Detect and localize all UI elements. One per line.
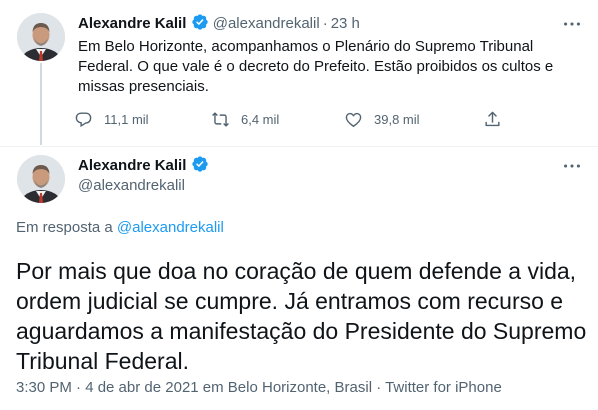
thread-connector-line xyxy=(40,63,42,145)
avatar-image xyxy=(17,13,65,61)
tweet-time[interactable]: 23 h xyxy=(331,15,360,32)
tweet-text: Por mais que doa no coração de quem defe… xyxy=(16,258,587,374)
author-avatar[interactable] xyxy=(17,155,65,203)
reply-context: Em resposta a @alexandrekalil xyxy=(16,219,224,236)
avatar-image xyxy=(17,155,65,203)
reply-icon xyxy=(75,112,92,128)
retweet-count: 6,4 mil xyxy=(241,112,280,127)
tweet-actions: 11,1 mil 6,4 mil 39,8 mil xyxy=(74,110,504,134)
more-options-icon[interactable] xyxy=(561,13,583,35)
verified-badge-icon xyxy=(191,155,209,173)
author-avatar[interactable] xyxy=(17,13,65,61)
reply-count: 11,1 mil xyxy=(104,112,149,127)
share-icon xyxy=(485,111,500,127)
author-name[interactable]: Alexandre Kalil xyxy=(78,157,186,174)
tweet-metadata[interactable]: 3:30 PM · 4 de abr de 2021 em Belo Horiz… xyxy=(16,379,502,396)
reply-to-link[interactable]: @alexandrekalil xyxy=(117,219,224,236)
tweet-header: Alexandre Kalil @alexandrekalil · 23 h xyxy=(78,13,360,32)
divider xyxy=(0,146,598,147)
author-handle[interactable]: @alexandrekalil xyxy=(78,177,185,194)
retweet-icon xyxy=(212,112,229,127)
author-name[interactable]: Alexandre Kalil xyxy=(78,15,186,32)
share-button[interactable] xyxy=(483,110,502,129)
separator-dot: · xyxy=(322,15,328,32)
like-count: 39,8 mil xyxy=(374,112,420,127)
more-options-icon[interactable] xyxy=(561,155,583,177)
tweet-author: Alexandre Kalil xyxy=(78,155,209,174)
verified-badge-icon xyxy=(191,13,209,31)
retweet-button[interactable]: 6,4 mil xyxy=(211,110,279,129)
author-handle[interactable]: @alexandrekalil xyxy=(213,15,320,32)
reply-prefix: Em resposta a xyxy=(16,219,113,236)
tweet-text: Em Belo Horizonte, acompanhamos o Plenár… xyxy=(78,38,554,95)
like-button[interactable]: 39,8 mil xyxy=(344,110,420,129)
like-icon xyxy=(345,112,362,127)
reply-button[interactable]: 11,1 mil xyxy=(74,110,149,129)
